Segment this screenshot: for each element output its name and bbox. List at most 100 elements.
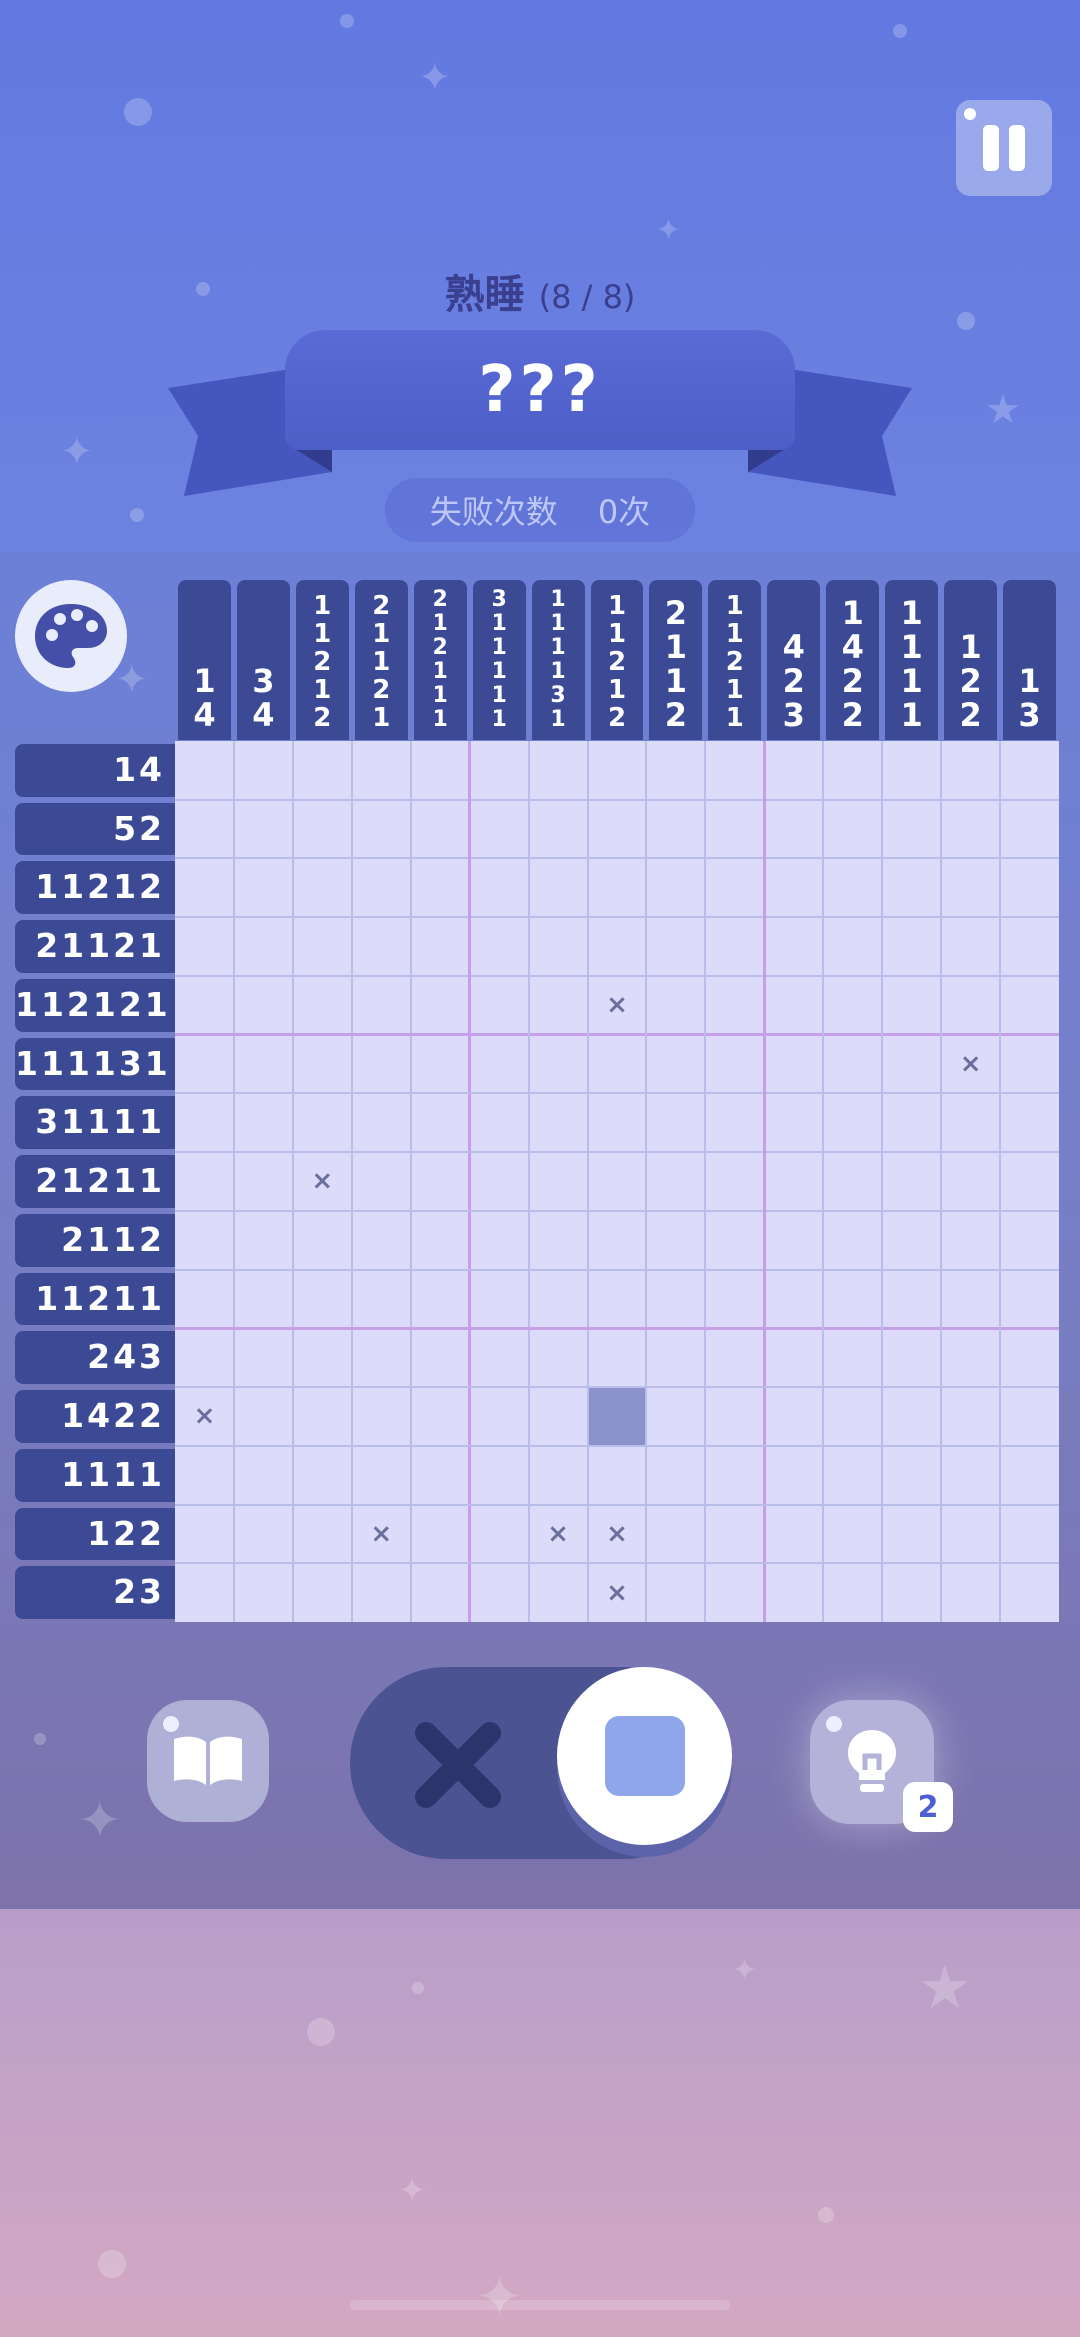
grid-cell[interactable] [1000, 1446, 1059, 1505]
grid-cell[interactable] [1000, 800, 1059, 859]
grid-cell[interactable] [941, 800, 1000, 859]
grid-cell[interactable]: × [588, 1563, 647, 1622]
grid-cell[interactable]: × [588, 1505, 647, 1564]
grid-cell[interactable] [234, 1328, 293, 1387]
grid-cell[interactable] [529, 1152, 588, 1211]
grid-cell[interactable] [529, 858, 588, 917]
grid-cell[interactable] [705, 976, 764, 1035]
grid-cell[interactable] [470, 1093, 529, 1152]
grid-cell[interactable] [882, 741, 941, 800]
grid-cell[interactable] [234, 976, 293, 1035]
pause-button[interactable] [956, 100, 1052, 196]
grid-cell[interactable] [705, 1270, 764, 1329]
grid-cell[interactable] [823, 1387, 882, 1446]
grid-cell[interactable] [705, 800, 764, 859]
grid-cell[interactable] [234, 800, 293, 859]
grid-cell[interactable] [411, 1505, 470, 1564]
grid-cell[interactable] [705, 1093, 764, 1152]
grid-cell[interactable] [529, 1211, 588, 1270]
grid-cell[interactable] [411, 741, 470, 800]
grid-cell[interactable] [823, 1211, 882, 1270]
grid-cell[interactable] [529, 917, 588, 976]
grid-cell[interactable] [234, 1152, 293, 1211]
grid-cell[interactable] [234, 1563, 293, 1622]
grid-cell[interactable] [293, 1505, 352, 1564]
grid-cell[interactable] [705, 1328, 764, 1387]
grid-cell[interactable] [234, 1035, 293, 1094]
grid-cell-filled[interactable] [587, 1387, 647, 1446]
grid-cell[interactable] [588, 1328, 647, 1387]
grid-cell[interactable] [293, 858, 352, 917]
grid-cell[interactable] [823, 976, 882, 1035]
grid-cell[interactable] [352, 1035, 411, 1094]
grid-cell[interactable] [764, 1563, 823, 1622]
grid-cell[interactable] [234, 917, 293, 976]
grid-cell[interactable] [823, 858, 882, 917]
grid-cell[interactable] [764, 858, 823, 917]
grid-cell[interactable] [882, 1211, 941, 1270]
grid-cell[interactable] [646, 1505, 705, 1564]
grid-cell[interactable] [646, 917, 705, 976]
grid-cell[interactable] [941, 917, 1000, 976]
tutorial-button[interactable] [147, 1700, 269, 1822]
grid-cell[interactable] [529, 1563, 588, 1622]
grid-cell[interactable] [941, 1505, 1000, 1564]
grid-cell[interactable] [352, 1387, 411, 1446]
grid-cell[interactable] [352, 1270, 411, 1329]
grid-cell[interactable] [882, 976, 941, 1035]
grid-cell[interactable] [646, 1270, 705, 1329]
grid-cell[interactable] [293, 976, 352, 1035]
grid-cell[interactable] [1000, 1387, 1059, 1446]
grid-cell[interactable] [705, 1505, 764, 1564]
grid-cell[interactable] [882, 1035, 941, 1094]
grid-cell[interactable] [882, 1328, 941, 1387]
grid-cell[interactable] [293, 1446, 352, 1505]
grid-cell[interactable] [352, 1563, 411, 1622]
grid-cell[interactable] [1000, 976, 1059, 1035]
grid-cell[interactable] [352, 1152, 411, 1211]
grid-cell[interactable] [705, 1035, 764, 1094]
grid-cell[interactable] [470, 1211, 529, 1270]
grid-cell[interactable] [882, 858, 941, 917]
grid-cell[interactable]: × [293, 1152, 352, 1211]
grid-cell[interactable] [411, 1270, 470, 1329]
grid-cell[interactable] [764, 1152, 823, 1211]
grid-cell[interactable] [941, 741, 1000, 800]
grid-cell[interactable] [293, 1328, 352, 1387]
grid-cell[interactable] [529, 1270, 588, 1329]
grid-cell[interactable] [234, 1270, 293, 1329]
grid-cell[interactable]: × [588, 976, 647, 1035]
grid-cell[interactable] [470, 1270, 529, 1329]
grid-cell[interactable] [764, 1270, 823, 1329]
grid-cell[interactable] [1000, 1035, 1059, 1094]
grid-cell[interactable] [588, 917, 647, 976]
grid-cell[interactable] [646, 1152, 705, 1211]
grid-cell[interactable] [646, 1093, 705, 1152]
grid-cell[interactable] [764, 1328, 823, 1387]
grid-cell[interactable] [646, 1328, 705, 1387]
grid-cell[interactable] [764, 976, 823, 1035]
grid-cell[interactable] [470, 1387, 529, 1446]
grid-cell[interactable] [1000, 1270, 1059, 1329]
grid-cell[interactable] [411, 1152, 470, 1211]
grid-cell[interactable] [529, 800, 588, 859]
grid-cell[interactable] [293, 741, 352, 800]
grid-cell[interactable] [646, 1035, 705, 1094]
grid-cell[interactable] [175, 1093, 234, 1152]
grid-cell[interactable] [646, 1446, 705, 1505]
fill-mode-knob[interactable] [557, 1667, 732, 1845]
grid-cell[interactable] [823, 741, 882, 800]
grid-cell[interactable] [588, 741, 647, 800]
puzzle-grid[interactable]: × × × × × × × × [175, 741, 1059, 1622]
grid-cell[interactable] [352, 976, 411, 1035]
grid-cell[interactable] [175, 800, 234, 859]
grid-cell[interactable] [705, 1387, 764, 1446]
grid-cell[interactable] [175, 1328, 234, 1387]
grid-cell[interactable] [823, 1152, 882, 1211]
grid-cell[interactable] [823, 800, 882, 859]
grid-cell[interactable] [882, 1563, 941, 1622]
grid-cell[interactable] [705, 1211, 764, 1270]
grid-cell[interactable] [352, 1446, 411, 1505]
grid-cell[interactable] [175, 1152, 234, 1211]
grid-cell[interactable] [293, 1035, 352, 1094]
